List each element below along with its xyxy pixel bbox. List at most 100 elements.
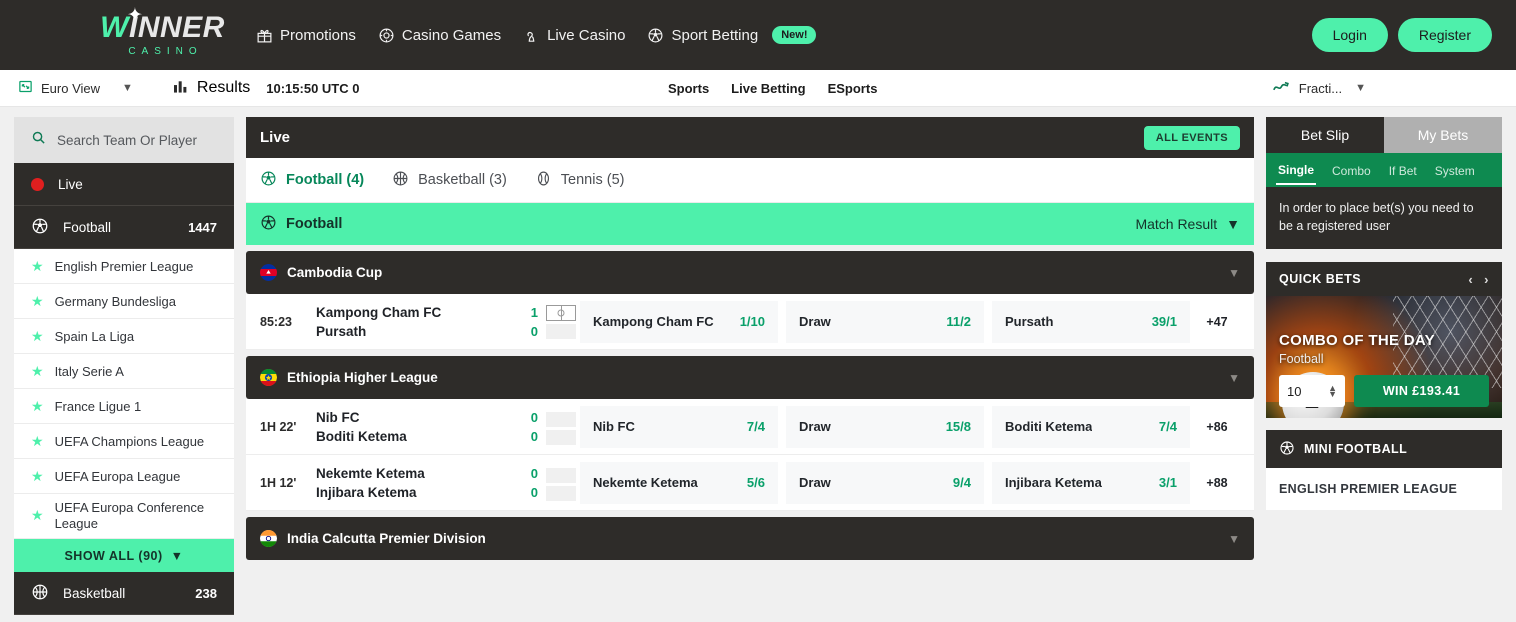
odds-format-selector[interactable]: Fracti... ▼ xyxy=(1273,80,1366,96)
chevron-down-icon[interactable]: ▼ xyxy=(1228,266,1240,280)
chevron-down-icon[interactable]: ▼ xyxy=(1228,371,1240,385)
tab-bet-slip[interactable]: Bet Slip xyxy=(1266,117,1384,153)
odd-away[interactable]: Injibara Ketema 3/1 xyxy=(992,462,1190,504)
match-score: 0 0 xyxy=(516,408,538,446)
brand-logo[interactable]: ✦ WINNER CASINO xyxy=(95,13,230,57)
pitch-icon[interactable] xyxy=(546,305,576,321)
star-icon[interactable]: ★ xyxy=(31,258,44,275)
subtab-combo[interactable]: Combo xyxy=(1330,157,1373,184)
search-box[interactable] xyxy=(14,117,234,163)
star-icon[interactable]: ★ xyxy=(31,293,44,310)
star-icon[interactable]: ★ xyxy=(31,433,44,450)
odd-away[interactable]: Boditi Ketema 7/4 xyxy=(992,406,1190,448)
sidebar-league-item[interactable]: ★ Italy Serie A xyxy=(14,354,234,389)
ethiopia-flag-icon xyxy=(260,369,277,386)
sidebar-item-football[interactable]: Football 1447 xyxy=(14,206,234,249)
nav-item-promotions[interactable]: Promotions xyxy=(256,27,356,44)
odd-draw[interactable]: Draw 15/8 xyxy=(786,406,984,448)
more-markets-count[interactable]: +47 xyxy=(1190,315,1244,329)
sidebar-league-item[interactable]: ★ UEFA Europa Conference League xyxy=(14,494,234,539)
tab-tennis[interactable]: Tennis (5) xyxy=(535,170,625,191)
star-icon[interactable]: ★ xyxy=(31,328,44,345)
star-icon[interactable]: ★ xyxy=(31,468,44,485)
search-input[interactable] xyxy=(57,133,217,148)
match-row[interactable]: 85:23 Kampong Cham FC Pursath 1 0 Kampon… xyxy=(246,294,1254,350)
football-icon xyxy=(647,27,664,44)
match-row[interactable]: 1H 22' Nib FC Boditi Ketema 0 0 Nib FC 7… xyxy=(246,399,1254,455)
event-count: 238 xyxy=(195,586,217,601)
subtab-single[interactable]: Single xyxy=(1276,156,1316,185)
promo-title: COMBO OF THE DAY xyxy=(1279,332,1489,349)
sidebar-league-item[interactable]: ★ UEFA Europa League xyxy=(14,459,234,494)
odd-value: 11/2 xyxy=(938,314,971,329)
link-esports[interactable]: ESports xyxy=(828,81,878,96)
match-score: 0 0 xyxy=(516,464,538,502)
sidebar-league-item[interactable]: ★ France Ligue 1 xyxy=(14,389,234,424)
euro-view-selector[interactable]: Euro View ▼ xyxy=(18,79,133,97)
tab-football[interactable]: Football (4) xyxy=(260,170,364,191)
sidebar-league-item[interactable]: ★ UEFA Champions League xyxy=(14,424,234,459)
market-selector[interactable]: Match Result ▼ xyxy=(1135,216,1240,232)
nav-item-casino-games[interactable]: Casino Games xyxy=(378,27,501,44)
auth-buttons: Login Register xyxy=(1312,18,1492,52)
away-score: 0 xyxy=(516,483,538,502)
stepper-arrows-icon[interactable]: ▲ ▼ xyxy=(1328,385,1337,397)
combo-of-the-day-promo[interactable]: COMBO OF THE DAY Football 10 ▲ ▼ WIN £19… xyxy=(1266,296,1502,418)
stepper-down-icon[interactable]: ▼ xyxy=(1328,391,1337,397)
next-arrow-icon[interactable]: › xyxy=(1484,272,1489,287)
register-button[interactable]: Register xyxy=(1398,18,1492,52)
prev-arrow-icon[interactable]: ‹ xyxy=(1468,272,1473,287)
match-row[interactable]: 1H 12' Nekemte Ketema Injibara Ketema 0 … xyxy=(246,455,1254,511)
nav-label: Casino Games xyxy=(402,27,501,44)
league-header-ethiopia-higher-league[interactable]: Ethiopia Higher League ▼ xyxy=(246,356,1254,399)
odd-label: Draw xyxy=(799,475,831,490)
sidebar-item-basketball[interactable]: Basketball 238 xyxy=(14,572,234,615)
all-events-button[interactable]: ALL EVENTS xyxy=(1144,126,1240,150)
show-all-leagues-button[interactable]: SHOW ALL (90) ▼ xyxy=(14,539,234,572)
odd-home[interactable]: Nekemte Ketema 5/6 xyxy=(580,462,778,504)
stake-stepper[interactable]: 10 ▲ ▼ xyxy=(1279,375,1345,407)
subtab-if-bet[interactable]: If Bet xyxy=(1387,157,1419,184)
nav-label: Promotions xyxy=(280,27,356,44)
star-icon[interactable]: ★ xyxy=(31,398,44,415)
odd-label: Kampong Cham FC xyxy=(593,314,714,329)
star-icon[interactable]: ★ xyxy=(31,507,44,525)
more-markets-count[interactable]: +86 xyxy=(1190,420,1244,434)
odd-home[interactable]: Kampong Cham FC 1/10 xyxy=(580,301,778,343)
win-button[interactable]: WIN £193.41 xyxy=(1354,375,1489,407)
logo-subtitle: CASINO xyxy=(122,46,202,57)
more-markets-count[interactable]: +88 xyxy=(1190,476,1244,490)
nav-item-live-casino[interactable]: Live Casino xyxy=(523,27,625,44)
league-header-cambodia-cup[interactable]: Cambodia Cup ▼ xyxy=(246,251,1254,294)
login-button[interactable]: Login xyxy=(1312,18,1388,52)
chevron-down-icon[interactable]: ▼ xyxy=(1228,532,1240,546)
odd-label: Boditi Ketema xyxy=(1005,419,1092,434)
tennis-ball-icon xyxy=(535,170,552,191)
sidebar-item-live[interactable]: Live xyxy=(14,163,234,206)
subtab-system[interactable]: System xyxy=(1433,157,1477,184)
bar-chart-icon xyxy=(174,79,189,98)
odd-home[interactable]: Nib FC 7/4 xyxy=(580,406,778,448)
sidebar-league-item[interactable]: ★ Germany Bundesliga xyxy=(14,284,234,319)
sidebar-league-item[interactable]: ★ Spain La Liga xyxy=(14,319,234,354)
tab-basketball[interactable]: Basketball (3) xyxy=(392,170,507,191)
sidebar-league-item[interactable]: ★ English Premier League xyxy=(14,249,234,284)
odd-label: Nib FC xyxy=(593,419,635,434)
results-link[interactable]: Results 10:15:50 UTC 0 xyxy=(174,79,360,98)
odds-group: Kampong Cham FC 1/10 Draw 11/2 Pursath 3… xyxy=(580,301,1190,343)
odd-away[interactable]: Pursath 39/1 xyxy=(992,301,1190,343)
top-header: ✦ WINNER CASINO Promotions Casino Games xyxy=(0,0,1516,70)
star-icon[interactable]: ★ xyxy=(31,363,44,380)
placeholder-box xyxy=(546,430,576,445)
tab-my-bets[interactable]: My Bets xyxy=(1384,117,1502,153)
casino-chip-icon xyxy=(378,27,395,44)
league-header-india-calcutta-premier-division[interactable]: India Calcutta Premier Division ▼ xyxy=(246,517,1254,560)
odd-draw[interactable]: Draw 9/4 xyxy=(786,462,984,504)
nav-item-sport-betting[interactable]: Sport Betting xyxy=(647,27,758,44)
odd-draw[interactable]: Draw 11/2 xyxy=(786,301,984,343)
home-score: 1 xyxy=(516,303,538,322)
match-visual-column[interactable] xyxy=(538,305,580,339)
link-live-betting[interactable]: Live Betting xyxy=(731,81,805,96)
placeholder-box xyxy=(546,468,576,483)
link-sports[interactable]: Sports xyxy=(668,81,709,96)
